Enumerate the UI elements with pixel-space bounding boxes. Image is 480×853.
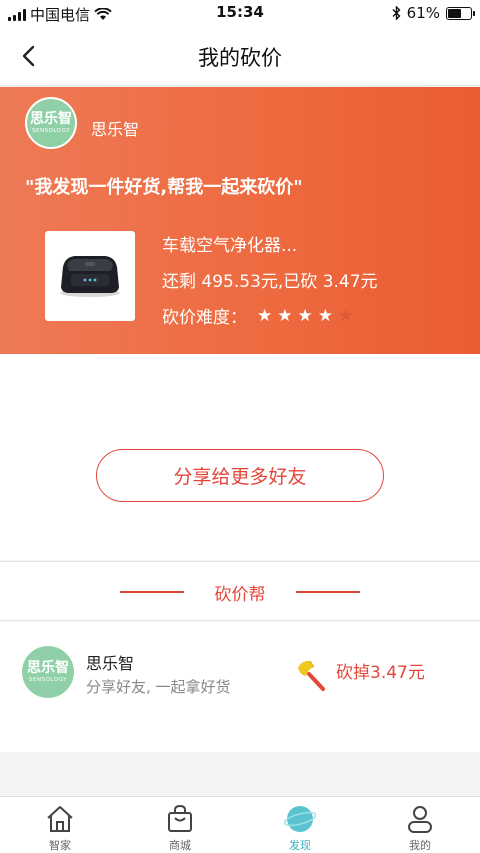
bag-icon <box>168 804 192 832</box>
share-button[interactable]: 分享给更多好友 <box>96 449 384 502</box>
star-filled-icon: ★ <box>277 305 293 326</box>
status-right: 61% <box>392 4 475 22</box>
avatar-subtext: SENSOLOGY <box>29 677 67 683</box>
air-purifier-image <box>60 256 120 297</box>
share-section: 分享给更多好友 <box>0 354 480 560</box>
helper-message: 分享好友, 一起拿好货 <box>86 678 231 696</box>
tab-mall[interactable]: 商城 <box>120 797 240 853</box>
difficulty-stars: ★ ★ ★ ★ ★ <box>257 305 354 326</box>
bargain-quote: "我发现一件好货,帮我一起来砍价" <box>25 177 303 198</box>
product-name[interactable]: 车载空气净化器... <box>162 231 297 256</box>
bluetooth-icon <box>392 6 401 20</box>
avatar: 思乐智 SENSOLOGY <box>22 646 74 698</box>
status-bar: 中国电信 15:34 61% <box>0 0 480 26</box>
shop-name: 思乐智 <box>91 120 140 139</box>
tab-label: 发现 <box>289 839 311 852</box>
battery-fill <box>448 8 462 18</box>
tab-label: 商城 <box>169 839 191 852</box>
tab-bar: 智家 商城 发现 我的 <box>0 796 480 853</box>
star-filled-icon: ★ <box>257 305 273 326</box>
difficulty-label: 砍价难度： <box>162 308 247 328</box>
shop-logo-subtext: SENSOLOGY <box>32 128 70 134</box>
home-icon <box>47 806 73 832</box>
helpers-section-title: 砍价帮 <box>214 585 266 605</box>
star-filled-icon: ★ <box>317 305 333 326</box>
tab-label: 智家 <box>49 839 71 852</box>
battery-icon <box>446 6 475 20</box>
tab-discover[interactable]: 发现 <box>240 797 360 853</box>
tab-mine[interactable]: 我的 <box>360 797 480 853</box>
divider-right <box>296 591 360 593</box>
product-image[interactable] <box>45 231 135 321</box>
tab-label: 我的 <box>409 839 431 852</box>
planet-icon <box>284 806 316 832</box>
helpers-section-header: 砍价帮 <box>0 561 480 621</box>
product-price-status: 还剩 495.53元,已砍 3.47元 <box>162 272 378 292</box>
page-title: 我的砍价 <box>198 46 282 70</box>
nav-bar: 我的砍价 <box>0 26 480 86</box>
avatar-text: 思乐智 <box>27 660 69 676</box>
shop-logo-text: 思乐智 <box>30 111 72 127</box>
cut-amount: 砍掉3.47元 <box>336 663 425 683</box>
bargain-card: 思乐智 SENSOLOGY 思乐智 "我发现一件好货,帮我一起来砍价" 车载空气… <box>0 87 480 354</box>
bargain-difficulty: 砍价难度： ★ ★ ★ ★ ★ <box>162 303 353 328</box>
axe-icon <box>298 660 325 691</box>
helper-name: 思乐智 <box>86 654 135 673</box>
person-icon <box>408 806 432 833</box>
list-item: 思乐智 SENSOLOGY 思乐智 分享好友, 一起拿好货 砍掉3.47元 <box>0 622 480 752</box>
star-empty-icon: ★ <box>338 305 354 326</box>
battery-percent: 61% <box>406 4 440 22</box>
star-filled-icon: ★ <box>297 305 313 326</box>
shop-logo: 思乐智 SENSOLOGY <box>25 97 77 149</box>
tab-home[interactable]: 智家 <box>0 797 120 853</box>
